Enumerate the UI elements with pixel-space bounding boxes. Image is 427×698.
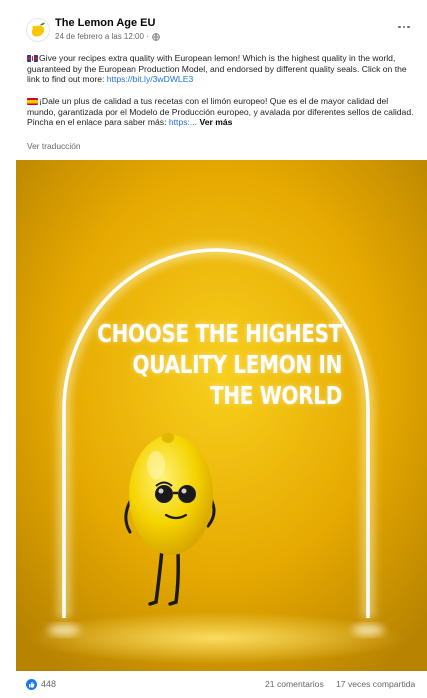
thumbs-up-icon [29,681,35,688]
page-avatar[interactable] [26,18,50,42]
post-link-english[interactable]: https://bit.ly/3wDWLE3 [107,74,193,84]
uk-flag-icon [27,54,38,62]
more-options-dot [402,25,406,29]
more-options-dot [407,25,410,29]
post-text-spanish: ¡Dale un plus de calidad a tus recetas c… [27,96,419,128]
spain-flag-icon [27,97,38,105]
post-header: The Lemon Age EU 24 de febrero a las 12:… [0,0,427,44]
more-options-icon [398,25,401,29]
post-text-english: Give your recipes extra quality with Eur… [27,53,419,85]
headline-line: THE WORLD [210,381,342,410]
floor-reflection [26,612,406,664]
headline-line: CHOOSE THE HIGHEST [97,319,342,348]
reaction-count[interactable]: 448 [41,679,56,689]
facebook-post: The Lemon Age EU 24 de febrero a las 12:… [0,0,427,698]
lemon-logo-icon [31,22,45,37]
more-options-button[interactable] [395,21,413,33]
headline-line: QUALITY LEMON IN [132,350,343,379]
post-link-spanish[interactable]: https:... [169,117,197,127]
see-translation-link[interactable]: Ver traducción [27,141,81,151]
post-date[interactable]: 24 de febrero a las 12:00 · [55,32,149,41]
post-text-english-body: Give your recipes extra quality with Eur… [27,53,407,85]
comments-count[interactable]: 21 comentarios [265,679,324,689]
see-more-link[interactable]: Ver más [199,117,232,127]
post-stats-bar: 448 21 comentarios 17 veces compartida [0,671,427,698]
image-headline: CHOOSE THE HIGHEST QUALITY LEMON IN THE … [81,318,342,411]
post-meta: 24 de febrero a las 12:00 · [55,32,160,41]
page-name[interactable]: The Lemon Age EU [55,17,155,29]
globe-icon [152,32,160,41]
shares-count[interactable]: 17 veces compartida [336,679,415,689]
post-image[interactable]: CHOOSE THE HIGHEST QUALITY LEMON IN THE … [16,160,427,671]
image-artwork [16,160,427,671]
like-icon[interactable] [26,679,37,690]
